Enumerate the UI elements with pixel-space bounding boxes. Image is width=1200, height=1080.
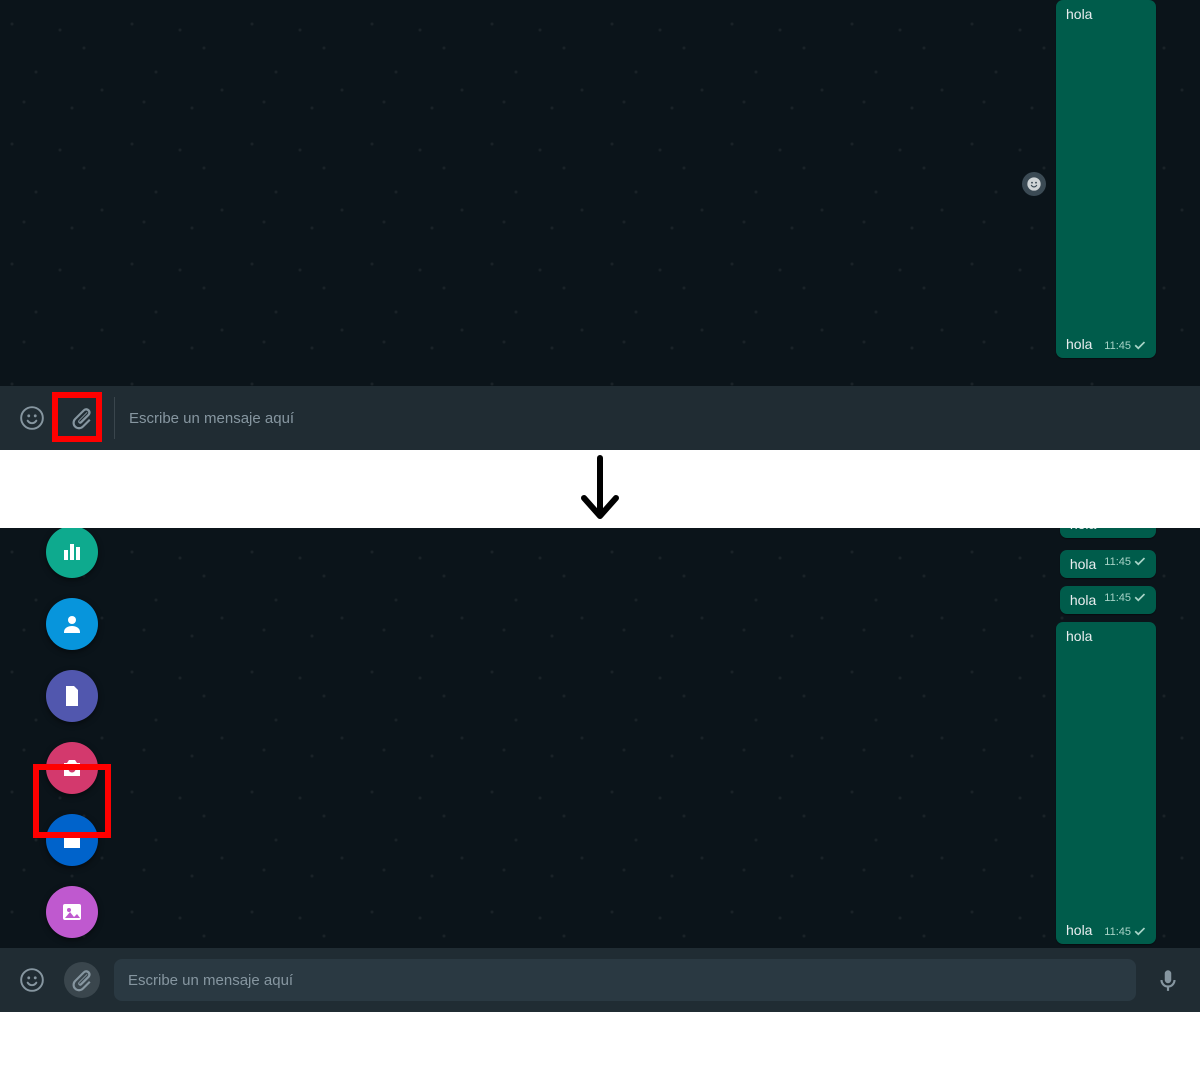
attach-menu	[46, 528, 98, 938]
attach-icon[interactable]	[64, 400, 100, 436]
message-bubble-outgoing[interactable]: hola 11:45	[1060, 550, 1156, 578]
message-input-wrap	[114, 959, 1136, 1001]
attach-document-button[interactable]	[46, 670, 98, 722]
attach-poll-button[interactable]	[46, 528, 98, 578]
message-text: hola	[1066, 922, 1092, 938]
document-icon	[60, 684, 84, 708]
message-bubble-outgoing[interactable]: hola 11:45	[1060, 586, 1156, 614]
compose-bar	[0, 386, 1200, 450]
message-bubble-outgoing[interactable]: hola hola 11:45	[1056, 0, 1156, 358]
reaction-badge[interactable]	[1022, 172, 1046, 196]
step-arrow	[0, 450, 1200, 528]
contact-icon	[60, 612, 84, 636]
message-input[interactable]	[129, 410, 1186, 427]
mic-icon[interactable]	[1150, 962, 1186, 998]
message-text: hola	[1070, 528, 1096, 532]
chat-panel-after: hola 11:45 hola 11:45 hola 11:45 hola ho…	[0, 528, 1200, 1012]
chat-background-pattern	[0, 528, 1200, 1012]
message-text: hola	[1070, 592, 1096, 608]
message-meta: 11:45	[1104, 592, 1148, 604]
message-bubble-outgoing[interactable]: hola 11:45	[1060, 528, 1156, 538]
message-meta: 11:45	[1104, 926, 1148, 938]
image-icon	[60, 900, 84, 924]
message-text: hola	[1070, 556, 1096, 572]
message-text: hola	[1066, 6, 1148, 22]
poll-icon	[60, 540, 84, 564]
message-input[interactable]	[128, 972, 1122, 989]
message-text: hola	[1066, 336, 1092, 352]
message-time: 11:45	[1104, 592, 1131, 604]
message-bubble-outgoing[interactable]: hola hola 11:45	[1056, 622, 1156, 944]
message-time: 11:45	[1104, 556, 1131, 568]
check-icon	[1134, 557, 1148, 567]
attach-sticker-button[interactable]	[46, 814, 98, 866]
check-icon	[1134, 593, 1148, 603]
attach-camera-button[interactable]	[46, 742, 98, 794]
message-time: 11:45	[1104, 340, 1131, 352]
check-icon	[1134, 341, 1148, 351]
compose-bar	[0, 948, 1200, 1012]
attach-icon[interactable]	[64, 962, 100, 998]
message-input-wrap	[114, 397, 1186, 439]
message-meta: 11:45	[1104, 340, 1148, 352]
message-meta: 11:45	[1104, 556, 1148, 568]
chat-panel-before: hola hola 11:45	[0, 0, 1200, 450]
check-icon	[1134, 927, 1148, 937]
message-text: hola	[1066, 628, 1148, 644]
emoji-icon[interactable]	[14, 962, 50, 998]
attach-gallery-button[interactable]	[46, 886, 98, 938]
sticker-icon	[60, 828, 84, 852]
attach-contact-button[interactable]	[46, 598, 98, 650]
emoji-icon[interactable]	[14, 400, 50, 436]
message-time: 11:45	[1104, 926, 1131, 938]
arrow-down-icon	[576, 454, 624, 524]
chat-background-pattern	[0, 0, 1200, 450]
camera-icon	[60, 756, 84, 780]
